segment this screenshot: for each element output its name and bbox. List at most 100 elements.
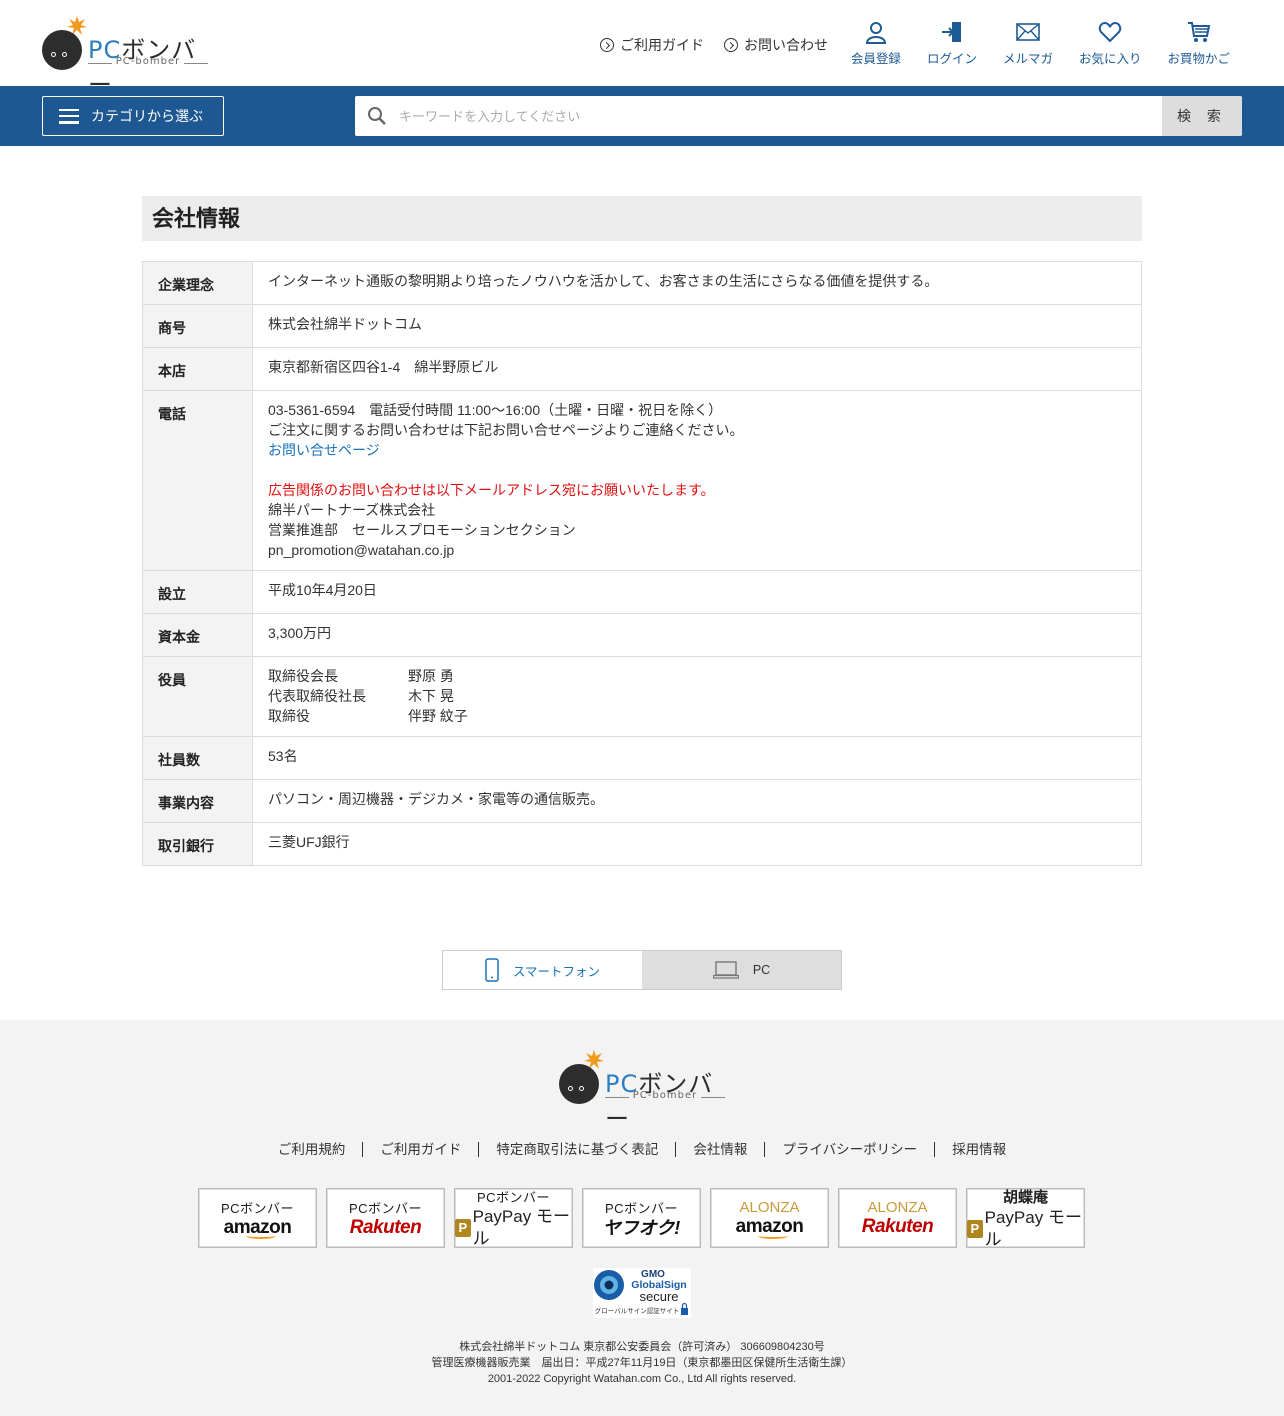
footer-link-privacy[interactable]: プライバシーポリシー (764, 1142, 934, 1157)
store-banners: PCボンバー amazon PCボンバー Rakuten PCボンバー P Pay… (198, 1188, 1085, 1249)
row-label: 電話 (142, 390, 253, 571)
row-value: パソコン・周辺機器・デジカメ・家電等の通信販売。 (252, 779, 1142, 823)
table-row: 社員数 53名 (142, 736, 1142, 780)
category-menu-button[interactable]: カテゴリから選ぶ (42, 96, 224, 136)
search-button[interactable]: 検 索 (1162, 96, 1242, 136)
favorites-button[interactable]: お気に入り (1079, 20, 1141, 67)
logo-subtitle: PC-bomber (88, 56, 208, 67)
banner-alonza-rakuten[interactable]: ALONZA Rakuten (838, 1188, 957, 1248)
row-label: 事業内容 (142, 779, 253, 823)
table-row: 取引銀行 三菱UFJ銀行 (142, 822, 1142, 866)
company-info-table: 企業理念 インターネット通販の黎明期より培ったノウハウを活かして、お客さまの生活… (142, 261, 1142, 866)
footer-legal-text: 株式会社綿半ドットコム 東京都公安委員会（許可済み） 306609804230号… (0, 1339, 1284, 1387)
laptop-icon (712, 961, 739, 979)
site-footer: PCボンバー PC-bomber ご利用規約 ご利用ガイド 特定商取引法に基づく… (0, 1020, 1284, 1416)
search-input[interactable] (399, 96, 1162, 136)
cart-button[interactable]: お買物かご (1167, 20, 1230, 67)
footer-logo[interactable]: PCボンバー PC-bomber (559, 1050, 729, 1133)
pc-view-button[interactable]: PC (642, 951, 841, 989)
row-value: 株式会社綿半ドットコム (252, 304, 1142, 348)
banner-alonza-amazon[interactable]: ALONZA amazon (710, 1188, 829, 1248)
footer-link-terms[interactable]: ご利用規約 (261, 1142, 363, 1157)
phone-hours: 03-5361-6594 電話受付時間 11:00～16:00（土曜・日曜・祝日… (268, 402, 723, 418)
row-value: 03-5361-6594 電話受付時間 11:00～16:00（土曜・日曜・祝日… (252, 390, 1142, 571)
svg-text:secure: secure (639, 1289, 678, 1304)
banner-pcbomber-amazon[interactable]: PCボンバー amazon (198, 1188, 317, 1248)
newsletter-button[interactable]: メルマガ (1003, 20, 1053, 67)
table-row: 商号 株式会社綿半ドットコム (142, 304, 1142, 348)
row-label: 取引銀行 (142, 822, 253, 866)
globalsign-seal[interactable]: GMO GlobalSign secure グローバルサイン認証サイト (593, 1268, 691, 1318)
row-label: 社員数 (142, 736, 253, 780)
chevron-circle-icon (600, 38, 614, 52)
page-title: 会社情報 (142, 196, 1142, 241)
mail-icon (1016, 23, 1040, 41)
table-row: 本店 東京都新宿区四谷1-4 綿半野原ビル (142, 347, 1142, 391)
row-label: 商号 (142, 304, 253, 348)
row-value: 東京都新宿区四谷1-4 綿半野原ビル (252, 347, 1142, 391)
hamburger-icon (59, 108, 79, 124)
main-content: 会社情報 企業理念 インターネット通販の黎明期より培ったノウハウを活かして、お客… (142, 196, 1142, 866)
svg-text:グローバルサイン認証サイト: グローバルサイン認証サイト (595, 1306, 679, 1315)
license-line: 株式会社綿半ドットコム 東京都公安委員会（許可済み） 306609804230号 (459, 1341, 825, 1353)
header-links: ご利用ガイド お問い合わせ (600, 35, 828, 55)
amazon-smile-icon (757, 1233, 788, 1239)
row-label: 設立 (142, 570, 253, 614)
table-row: 役員 取締役会長 野原 勇 代表取締役社長 木下 晃 取締役 伴野 紋子 (142, 656, 1142, 737)
nav-bar: カテゴリから選ぶ 検 索 (0, 86, 1284, 146)
person-icon (865, 22, 886, 44)
search-bar: 検 索 (355, 96, 1242, 136)
banner-pcbomber-paypay[interactable]: PCボンバー P PayPay モール (454, 1188, 573, 1248)
officer-name: 伴野 紋子 (408, 708, 468, 724)
row-value: 53名 (252, 736, 1142, 780)
banner-pcbomber-yafuoku[interactable]: PCボンバー ヤフオク! (582, 1188, 701, 1248)
footer-link-guide[interactable]: ご利用ガイド (362, 1142, 478, 1157)
device-switcher: スマートフォン PC (442, 950, 842, 990)
medical-device-line: 管理医療機器販売業 届出日：平成27年11月19日（東京都墨田区保健所生活衛生課… (431, 1357, 853, 1369)
globalsign-secure-icon: GMO GlobalSign secure グローバルサイン認証サイト (593, 1268, 691, 1318)
footer-link-company[interactable]: 会社情報 (675, 1142, 764, 1157)
footer-link-commerce-law[interactable]: 特定商取引法に基づく表記 (478, 1142, 675, 1157)
footer-links: ご利用規約 ご利用ガイド 特定商取引法に基づく表記 会社情報 プライバシーポリシ… (0, 1142, 1284, 1157)
logo-subtitle: PC-bomber (605, 1090, 725, 1101)
row-value: 取締役会長 野原 勇 代表取締役社長 木下 晃 取締役 伴野 紋子 (252, 656, 1142, 737)
footer-link-recruit[interactable]: 採用情報 (934, 1142, 1023, 1157)
ad-inquiry-note: 広告関係のお問い合わせは以下メールアドレス宛にお願いいたします。 (268, 482, 715, 498)
inquiry-page-link[interactable]: お問い合せページ (268, 442, 380, 458)
bomb-mascot-icon (559, 1064, 599, 1104)
register-button[interactable]: 会員登録 (851, 20, 901, 67)
row-label: 本店 (142, 347, 253, 391)
table-row: 設立 平成10年4月20日 (142, 570, 1142, 614)
row-label: 資本金 (142, 613, 253, 657)
table-row: 事業内容 パソコン・周辺機器・デジカメ・家電等の通信販売。 (142, 779, 1142, 823)
paypay-p-icon: P (967, 1219, 983, 1238)
copyright-line: 2001-2022 Copyright Watahan.com Co., Ltd… (487, 1373, 797, 1385)
officer-title: 取締役 (268, 708, 310, 724)
contact-link[interactable]: お問い合わせ (724, 35, 828, 55)
row-label: 企業理念 (142, 261, 253, 305)
login-button[interactable]: ログイン (927, 20, 977, 67)
officers-list: 取締役会長 野原 勇 代表取締役社長 木下 晃 取締役 伴野 紋子 (268, 666, 1126, 726)
table-row: 電話 03-5361-6594 電話受付時間 11:00～16:00（土曜・日曜… (142, 390, 1142, 571)
contact-email: pn_promotion@watahan.co.jp (268, 542, 455, 558)
department: 営業推進部 セールスプロモーションセクション (268, 522, 576, 538)
row-value: 3,300万円 (252, 613, 1142, 657)
banner-kochoan-paypay[interactable]: 胡蝶庵 P PayPay モール (966, 1188, 1085, 1249)
heart-icon (1099, 21, 1122, 43)
bomb-mascot-icon (42, 30, 82, 70)
table-row: 資本金 3,300万円 (142, 613, 1142, 657)
login-icon (941, 22, 961, 42)
table-row: 企業理念 インターネット通販の黎明期より培ったノウハウを活かして、お客さまの生活… (142, 261, 1142, 305)
cart-icon (1187, 22, 1210, 42)
banner-pcbomber-rakuten[interactable]: PCボンバー Rakuten (326, 1188, 445, 1248)
smartphone-view-button[interactable]: スマートフォン (443, 951, 642, 989)
officer-title: 取締役会長 (268, 668, 338, 684)
officer-title: 代表取締役社長 (268, 688, 366, 704)
row-value: 平成10年4月20日 (252, 570, 1142, 614)
site-logo[interactable]: PCボンバー PC-bomber (42, 16, 212, 99)
amazon-smile-icon (245, 1233, 276, 1239)
guide-link[interactable]: ご利用ガイド (600, 35, 704, 55)
row-value: インターネット通販の黎明期より培ったノウハウを活かして、お客さまの生活にさらなる… (252, 261, 1142, 305)
order-inquiry-note: ご注文に関するお問い合わせは下記お問い合せページよりご連絡ください。 (268, 422, 744, 438)
search-icon (355, 96, 399, 136)
